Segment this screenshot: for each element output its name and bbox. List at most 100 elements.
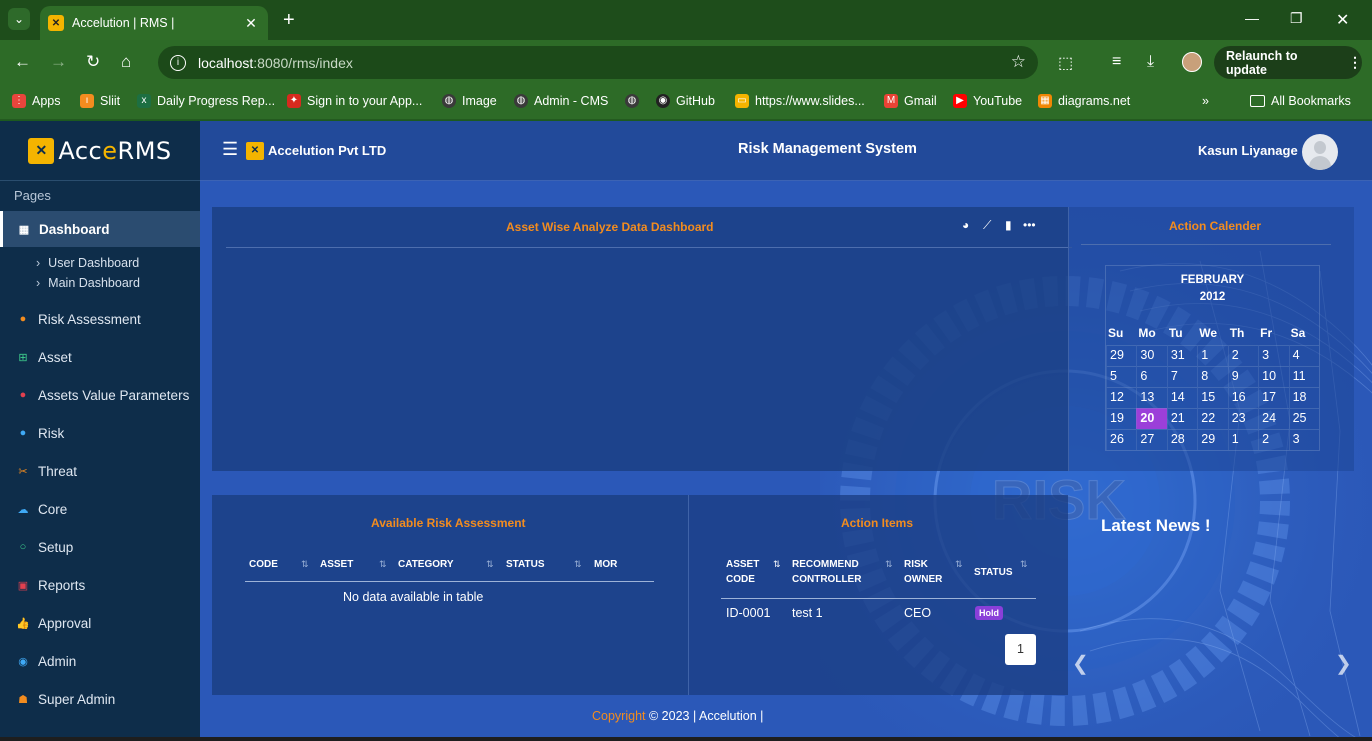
- extensions-icon[interactable]: ⬚: [1058, 53, 1073, 73]
- sort-icon[interactable]: ⇅: [379, 559, 387, 570]
- bookmark-github[interactable]: ◉ GitHub: [656, 94, 715, 108]
- copyright-link[interactable]: Copyright: [592, 709, 646, 723]
- calendar-day[interactable]: 19: [1106, 408, 1137, 429]
- calendar-day-selected[interactable]: 20: [1136, 408, 1167, 429]
- profile-avatar[interactable]: [1182, 52, 1202, 72]
- calendar-day[interactable]: 31: [1166, 345, 1198, 366]
- bookmark-admin-cms[interactable]: ◍ Admin - CMS: [514, 94, 608, 108]
- column-header-asset[interactable]: ASSET: [320, 557, 353, 572]
- bookmark-star-icon[interactable]: ☆: [1011, 52, 1026, 72]
- calendar-day[interactable]: 1: [1197, 345, 1228, 366]
- column-header-asset-code[interactable]: ASSET CODE: [726, 557, 759, 587]
- column-header-mor[interactable]: MOR: [594, 557, 617, 572]
- reload-icon[interactable]: ↻: [86, 52, 100, 72]
- calendar-day[interactable]: 8: [1197, 366, 1228, 387]
- calendar-day[interactable]: 2: [1258, 429, 1289, 450]
- sort-icon[interactable]: ⇅: [955, 559, 963, 570]
- calendar-day[interactable]: 9: [1227, 366, 1259, 387]
- sidebar-item-reports[interactable]: ▣ Reports: [0, 567, 200, 603]
- calendar-day[interactable]: 1: [1227, 429, 1259, 450]
- bar-chart-icon[interactable]: ▮: [1005, 218, 1012, 232]
- calendar-day[interactable]: 29: [1106, 345, 1137, 366]
- bookmark-image[interactable]: ◍ Image: [442, 94, 497, 108]
- sort-icon[interactable]: ⇅: [1020, 559, 1028, 570]
- calendar-day[interactable]: 7: [1166, 366, 1198, 387]
- sidebar-item-threat[interactable]: ✂ Threat: [0, 453, 200, 489]
- download-icon[interactable]: ⤓: [1147, 53, 1154, 71]
- bookmark-sign-in[interactable]: ✦ Sign in to your App...: [287, 94, 422, 108]
- column-header-risk-owner[interactable]: RISK OWNER: [904, 557, 942, 587]
- bookmark-diagrams[interactable]: ▦ diagrams.net: [1038, 94, 1130, 108]
- line-chart-icon[interactable]: ⟋: [983, 218, 991, 233]
- close-tab-icon[interactable]: ✕: [242, 15, 260, 32]
- calendar-day[interactable]: 30: [1136, 345, 1167, 366]
- calendar-day[interactable]: 6: [1136, 366, 1167, 387]
- calendar-day[interactable]: 18: [1288, 387, 1319, 408]
- carousel-prev-icon[interactable]: ❮: [1072, 651, 1089, 676]
- sort-icon[interactable]: ⇅: [885, 559, 893, 570]
- calendar-day[interactable]: 5: [1106, 366, 1137, 387]
- carousel-next-icon[interactable]: ❯: [1335, 651, 1352, 676]
- calendar-day[interactable]: 21: [1166, 408, 1198, 429]
- relaunch-to-update-button[interactable]: Relaunch to update ⋮: [1214, 46, 1362, 79]
- bookmark-daily-progress[interactable]: x Daily Progress Rep...: [137, 94, 275, 108]
- calendar-day[interactable]: 22: [1197, 408, 1228, 429]
- column-header-recommend-controller[interactable]: RECOMMEND CONTROLLER: [792, 557, 861, 587]
- bookmark-youtube[interactable]: ▶ YouTube: [953, 94, 1022, 108]
- calendar-day[interactable]: 28: [1166, 429, 1198, 450]
- bookmarks-overflow-button[interactable]: »: [1202, 94, 1209, 108]
- all-bookmarks-button[interactable]: All Bookmarks: [1250, 94, 1351, 108]
- sidebar-item-assets-value-parameters[interactable]: ● Assets Value Parameters: [0, 377, 200, 413]
- forward-arrow-icon[interactable]: →: [50, 52, 67, 72]
- calendar-day[interactable]: 17: [1258, 387, 1289, 408]
- sidebar-item-risk[interactable]: ● Risk: [0, 415, 200, 451]
- media-controls-icon[interactable]: ≡: [1112, 53, 1121, 71]
- bookmark-slides[interactable]: ▭ https://www.slides...: [735, 94, 865, 108]
- bookmark-apps[interactable]: ⋮ Apps: [12, 94, 61, 108]
- calendar-day[interactable]: 14: [1166, 387, 1198, 408]
- sort-ascending-icon[interactable]: ⇅: [773, 559, 781, 570]
- calendar-day[interactable]: 15: [1197, 387, 1228, 408]
- more-menu-icon[interactable]: ⋮: [1348, 54, 1362, 71]
- sidebar-subitem-user-dashboard[interactable]: › User Dashboard: [36, 256, 139, 270]
- sidebar-item-admin[interactable]: ◉ Admin: [0, 643, 200, 679]
- calendar-day[interactable]: 13: [1136, 387, 1167, 408]
- address-bar[interactable]: i localhost:8080/rms/index ☆: [158, 46, 1038, 79]
- tab-search-button[interactable]: ⌄: [8, 8, 30, 30]
- user-avatar[interactable]: [1302, 134, 1338, 170]
- close-window-icon[interactable]: ✕: [1336, 10, 1349, 30]
- home-icon[interactable]: ⌂: [121, 52, 131, 72]
- column-header-code[interactable]: CODE: [249, 557, 278, 572]
- calendar-day[interactable]: 26: [1106, 429, 1137, 450]
- sort-icon[interactable]: ⇅: [301, 559, 309, 570]
- user-name[interactable]: Kasun Liyanage: [1198, 143, 1298, 158]
- sidebar-item-setup[interactable]: ○ Setup: [0, 529, 200, 565]
- sidebar-subitem-main-dashboard[interactable]: › Main Dashboard: [36, 276, 140, 290]
- calendar-day[interactable]: 2: [1227, 345, 1259, 366]
- pie-chart-icon[interactable]: ◕: [962, 218, 969, 232]
- calendar-day[interactable]: 24: [1258, 408, 1289, 429]
- calendar-day[interactable]: 29: [1197, 429, 1228, 450]
- browser-tab[interactable]: ✕ Accelution | RMS | ✕: [40, 6, 268, 40]
- calendar-day[interactable]: 27: [1136, 429, 1167, 450]
- calendar-day[interactable]: 25: [1288, 408, 1319, 429]
- sidebar-item-asset[interactable]: ⊞ Asset: [0, 339, 200, 375]
- sidebar-item-dashboard[interactable]: ▦ Dashboard: [0, 211, 200, 247]
- restore-icon[interactable]: ❐: [1290, 10, 1303, 27]
- calendar-day[interactable]: 10: [1258, 366, 1289, 387]
- column-header-status[interactable]: STATUS: [974, 565, 1013, 580]
- calendar-day[interactable]: 23: [1227, 408, 1259, 429]
- column-header-status[interactable]: STATUS: [506, 557, 545, 572]
- sidebar-item-approval[interactable]: 👍 Approval: [0, 605, 200, 641]
- hamburger-menu-icon[interactable]: ☰: [222, 139, 238, 160]
- column-header-category[interactable]: CATEGORY: [398, 557, 454, 572]
- sort-icon[interactable]: ⇅: [486, 559, 494, 570]
- minimize-icon[interactable]: —: [1245, 10, 1259, 26]
- bookmark-sliit[interactable]: ı Sliit: [80, 94, 120, 108]
- brand-logo[interactable]: ✕ AcceRMS: [0, 121, 200, 181]
- calendar-day[interactable]: 12: [1106, 387, 1137, 408]
- sidebar-item-core[interactable]: ☁ Core: [0, 491, 200, 527]
- new-tab-button[interactable]: +: [283, 9, 295, 32]
- more-options-icon[interactable]: •••: [1023, 218, 1036, 232]
- calendar-day[interactable]: 11: [1288, 366, 1319, 387]
